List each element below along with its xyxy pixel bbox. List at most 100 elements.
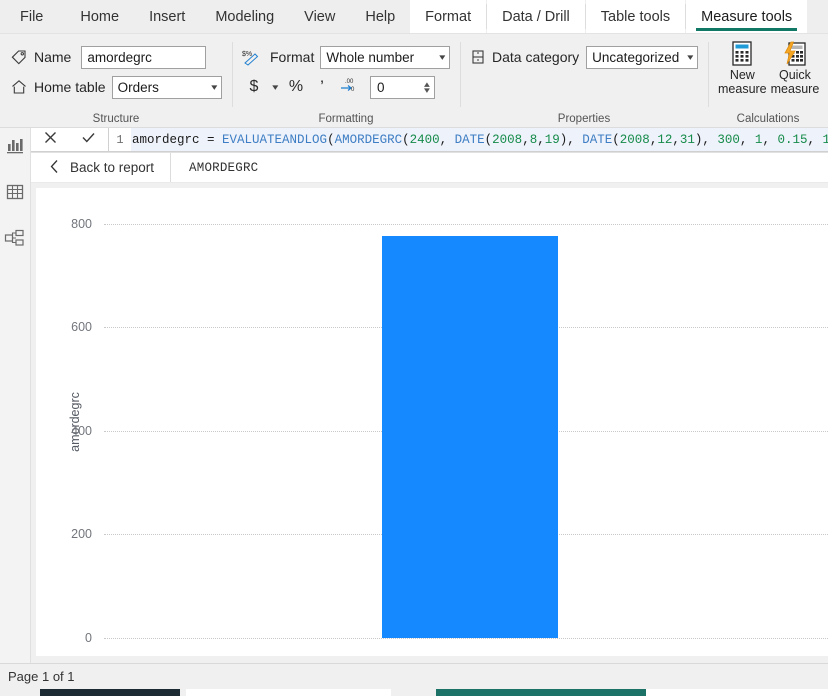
taskbar-strip	[0, 689, 828, 696]
home-table-select[interactable]: Orders ▾	[111, 75, 222, 99]
commit-edit-button[interactable]	[70, 128, 109, 151]
tab-data-drill[interactable]: Data / Drill	[487, 0, 585, 33]
formula-token: 12	[657, 132, 673, 147]
tab-insert-label: Insert	[149, 8, 186, 25]
percent-format-button[interactable]: %	[284, 75, 308, 99]
tab-modeling[interactable]: Modeling	[200, 0, 289, 33]
tab-help[interactable]: Help	[350, 0, 410, 33]
tab-insert[interactable]: Insert	[134, 0, 200, 33]
tab-measure-tools-label: Measure tools	[701, 8, 793, 25]
chevron-down-icon: ▾	[424, 85, 431, 95]
formula-token: EVALUATEANDLOG	[222, 132, 328, 147]
decrease-decimals-button[interactable]: .00 0	[336, 75, 360, 99]
format-value: Whole number	[326, 49, 415, 65]
y-gridline	[104, 638, 828, 639]
chevron-down-icon: ▾	[439, 51, 446, 62]
data-category-row: Data category Uncategorized ▾	[470, 42, 698, 72]
decimal-places-value: 0	[377, 79, 385, 95]
y-axis-tick-label: 400	[71, 423, 92, 438]
formula-token: =	[199, 132, 223, 147]
chart-bar[interactable]	[382, 236, 558, 638]
data-category-label: Data category	[492, 49, 580, 65]
y-axis-tick-label: 200	[71, 527, 92, 542]
formula-token: 0.15	[777, 132, 808, 147]
tab-view[interactable]: View	[289, 0, 350, 33]
svg-text:0: 0	[351, 87, 355, 93]
formula-token: ,	[439, 132, 455, 147]
sidebar-item-model-view[interactable]	[0, 226, 30, 254]
report-canvas[interactable]: amordegrc 0 200 400 600 800	[31, 183, 828, 663]
quick-measure-button[interactable]: Quick measure	[770, 38, 820, 96]
chevron-down-icon: ▾	[687, 51, 694, 62]
calculator-icon	[729, 40, 755, 68]
ribbon: Name amordegrc Home table Orders ▾ Struc…	[0, 34, 828, 128]
data-category-value: Uncategorized	[592, 49, 680, 65]
taskbar-item[interactable]	[40, 689, 180, 696]
quick-measure-label-line2: measure	[770, 82, 820, 96]
ribbon-tab-strip: File Home Insert Modeling View Help Form…	[0, 0, 828, 34]
thousands-separator-button[interactable]: ’	[310, 75, 334, 99]
home-table-row: Home table Orders ▾	[10, 72, 222, 102]
formula-token: 31	[679, 132, 695, 147]
tab-home[interactable]: Home	[65, 0, 134, 33]
checkmark-icon	[80, 129, 97, 151]
cancel-edit-button[interactable]	[31, 128, 70, 151]
sidebar-item-data-view[interactable]	[0, 180, 30, 208]
chevron-down-icon: ▾	[211, 81, 218, 92]
taskbar-gap	[646, 689, 828, 696]
y-gridline	[104, 223, 828, 225]
bar-chart-visual[interactable]: amordegrc 0 200 400 600 800	[35, 187, 828, 657]
tab-file[interactable]: File	[0, 0, 65, 33]
formula-token: ,	[807, 132, 823, 147]
tab-format-label: Format	[425, 8, 472, 25]
tab-file-label: File	[20, 8, 44, 25]
tab-table-tools-label: Table tools	[600, 8, 671, 25]
format-label: Format	[270, 49, 315, 65]
formula-input[interactable]: amordegrc = EVALUATEANDLOG(AMORDEGRC(240…	[131, 128, 828, 152]
measure-name-value: amordegrc	[87, 49, 152, 65]
currency-dropdown-button[interactable]: ▾	[268, 75, 282, 99]
name-label: Name	[34, 49, 72, 65]
name-row: Name amordegrc	[10, 42, 222, 72]
taskbar-gap	[391, 689, 436, 696]
decrease-decimals-icon: .00 0	[338, 76, 358, 99]
sidebar-item-report-view[interactable]	[0, 134, 30, 162]
back-to-report-link[interactable]: Back to report	[31, 153, 172, 182]
tab-help-label: Help	[365, 8, 396, 25]
thousands-separator-icon: ’	[320, 77, 324, 96]
formula-token: 2400	[409, 132, 440, 147]
quick-calculator-icon	[782, 40, 808, 68]
tab-data-drill-label: Data / Drill	[502, 8, 570, 25]
tab-format[interactable]: Format	[410, 0, 487, 33]
format-select[interactable]: Whole number ▾	[320, 45, 450, 69]
tab-table-tools[interactable]: Table tools	[585, 0, 686, 33]
data-category-select[interactable]: Uncategorized ▾	[586, 45, 698, 69]
formula-token: ,	[522, 132, 530, 147]
stepper-arrows[interactable]: ▴ ▾	[424, 80, 432, 95]
measure-name-input[interactable]: amordegrc	[81, 45, 207, 69]
chevron-down-icon: ▾	[271, 81, 279, 92]
currency-format-button[interactable]: $	[242, 75, 266, 99]
formula-token: (	[327, 132, 335, 147]
page-indicator: Page 1 of 1	[8, 669, 75, 684]
home-table-label: Home table	[34, 79, 106, 95]
tab-measure-tools[interactable]: Measure tools	[686, 0, 808, 33]
taskbar-item[interactable]	[436, 689, 646, 696]
formula-token: 2008	[619, 132, 650, 147]
taskbar-item[interactable]	[186, 689, 391, 696]
formula-token: 1	[822, 133, 828, 147]
formula-token: DATE	[454, 132, 485, 147]
formula-token: amordegrc	[132, 132, 200, 147]
canvas-wrapper: 1 amordegrc = EVALUATEANDLOG(AMORDEGRC(2…	[31, 128, 828, 663]
formula-token: ,	[672, 132, 680, 147]
tab-home-label: Home	[80, 8, 120, 25]
y-axis-tick-label: 800	[71, 216, 92, 231]
main-area: 1 amordegrc = EVALUATEANDLOG(AMORDEGRC(2…	[0, 128, 828, 663]
decimal-places-stepper[interactable]: 0 ▴ ▾	[370, 75, 435, 99]
new-measure-button[interactable]: New measure	[718, 38, 767, 96]
svg-text:$%: $%	[242, 51, 252, 58]
home-table-value: Orders	[117, 79, 159, 95]
taskbar-gap	[0, 689, 40, 696]
plot-area: amordegrc 0 200 400 600 800	[36, 188, 828, 656]
formula-token: DATE	[582, 132, 613, 147]
